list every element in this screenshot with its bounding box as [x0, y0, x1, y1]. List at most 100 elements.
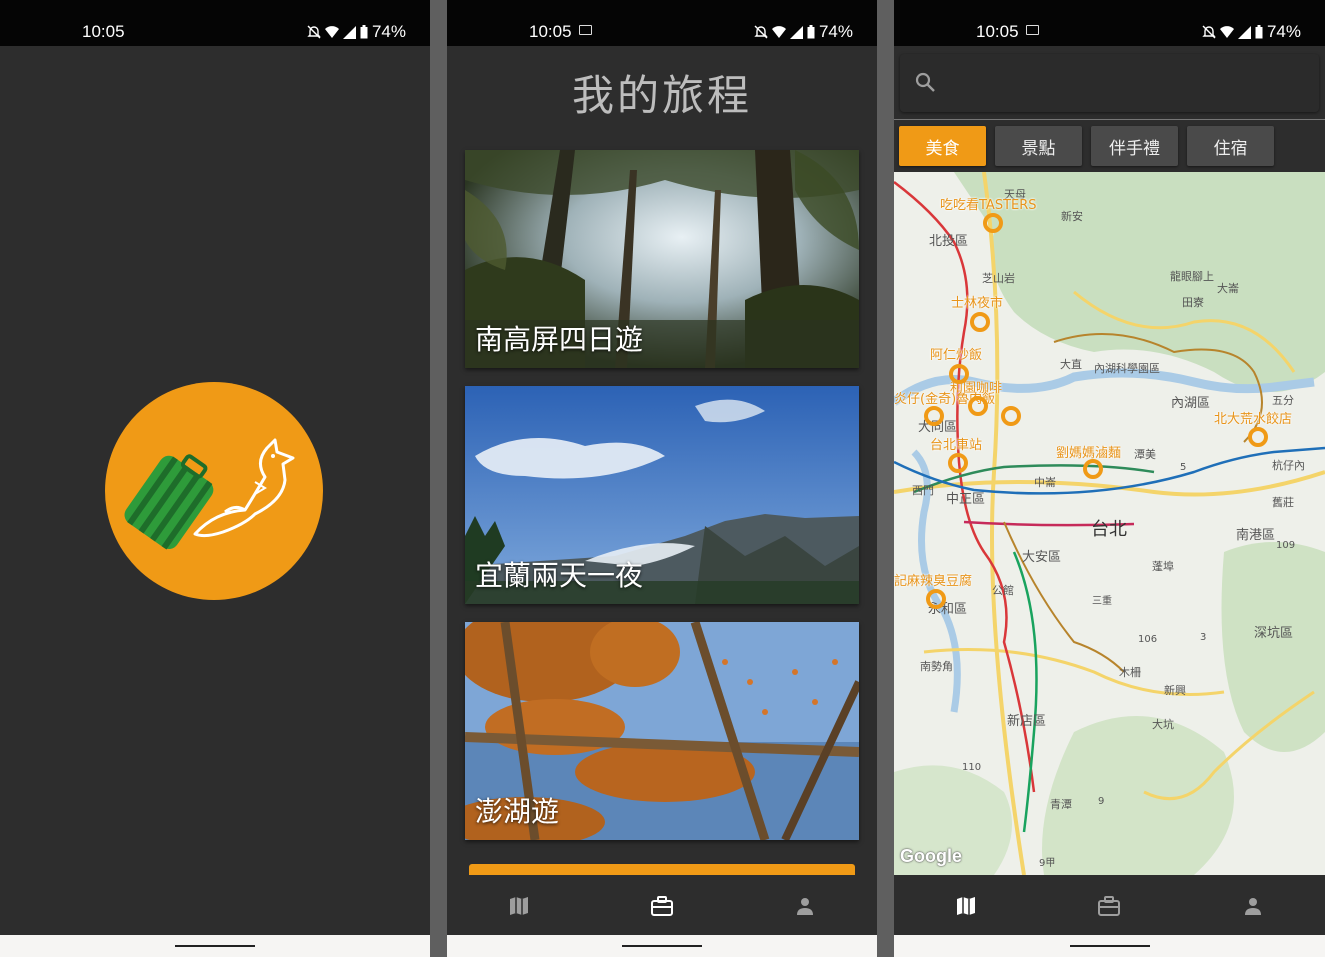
trip-card[interactable]: 澎湖遊: [465, 622, 859, 840]
nav-tab-profile[interactable]: [775, 886, 835, 926]
district-label: 大安區: [1022, 550, 1062, 565]
nav-tab-trips[interactable]: [1079, 886, 1139, 926]
road-number: 3: [1200, 632, 1207, 643]
bottom-nav: [447, 875, 877, 936]
status-bar: 10:05 74%: [0, 0, 430, 46]
map-pin[interactable]: [926, 589, 946, 609]
district-label: 舊莊: [1272, 496, 1294, 509]
map-pin[interactable]: [983, 213, 1003, 233]
signal-icon: [789, 25, 803, 39]
map-view[interactable]: 北投區 芝山岩 天母 新安 龍眼腳上 大崙 田寮 大直 內湖科學園區 內湖區 五…: [894, 172, 1325, 875]
suitcase-bird-logo-icon: [124, 438, 295, 550]
battery-percent: 74%: [1266, 22, 1301, 41]
district-label: 內湖區: [1171, 396, 1211, 411]
status-time: 10:05: [529, 22, 572, 41]
district-label: 新店區: [1007, 714, 1047, 729]
chip-food[interactable]: 美食: [899, 126, 986, 166]
search-icon: [915, 72, 935, 92]
district-label: 內湖科學園區: [1094, 362, 1160, 375]
district-label: 中正區: [946, 492, 986, 507]
map-pin[interactable]: [1248, 427, 1268, 447]
status-icons: 74%: [307, 22, 406, 42]
district-label: 中崙: [1034, 476, 1056, 489]
poi-label: 劉媽媽滷麵: [1056, 446, 1122, 461]
chip-lodging[interactable]: 住宿: [1187, 126, 1274, 166]
mute-icon: [754, 25, 768, 39]
home-indicator[interactable]: [175, 945, 255, 947]
map-pin[interactable]: [949, 364, 969, 384]
district-label: 杭仔內: [1272, 459, 1305, 472]
bottom-nav: [894, 875, 1325, 936]
map-screen: 10:05 74% 美食 景點 伴手禮 住宿 北投區 芝山岩 天母 新安 龍眼腳…: [894, 0, 1325, 957]
poi-label: 吃吃看TASTERS: [940, 198, 1037, 213]
district-label: 大直: [1060, 358, 1082, 371]
wifi-icon: [324, 26, 339, 38]
map-pin[interactable]: [1083, 459, 1103, 479]
nav-tab-map[interactable]: [936, 886, 996, 926]
district-label: 青潭: [1050, 798, 1072, 811]
chip-souvenirs[interactable]: 伴手禮: [1091, 126, 1178, 166]
trip-title: 宜蘭兩天一夜: [475, 559, 644, 592]
nav-tab-map[interactable]: [489, 886, 549, 926]
status-bar: 10:05 74%: [894, 0, 1325, 46]
map-pin[interactable]: [1001, 406, 1021, 426]
person-icon: [1245, 897, 1262, 915]
home-indicator[interactable]: [622, 945, 702, 947]
signal-icon: [1237, 25, 1251, 39]
briefcase-icon: [1098, 895, 1121, 916]
map-pin[interactable]: [948, 453, 968, 473]
map-icon: [509, 896, 528, 915]
page-title: 我的旅程: [571, 71, 752, 120]
district-label: 大坑: [1152, 718, 1174, 731]
district-label: 芝山岩: [982, 272, 1015, 285]
road-number: 5: [1180, 462, 1187, 473]
district-label: 南勢角: [920, 660, 953, 673]
wifi-icon: [771, 26, 786, 38]
trip-title: 澎湖遊: [475, 795, 560, 828]
status-time: 10:05: [976, 22, 1019, 41]
district-label: 五分: [1272, 394, 1294, 407]
district-label: 木柵: [1119, 666, 1141, 679]
nav-tab-trips[interactable]: [632, 886, 692, 926]
chip-attractions[interactable]: 景點: [995, 126, 1082, 166]
nav-tab-profile[interactable]: [1223, 886, 1283, 926]
district-label: 北投區: [929, 234, 969, 249]
trip-card[interactable]: 南高屏四日遊: [465, 150, 859, 368]
district-label: 蓬埠: [1152, 560, 1174, 573]
battery-icon: [360, 25, 368, 39]
poi-label: 阿仁炒飯: [930, 348, 983, 363]
district-label: 公館: [992, 584, 1014, 597]
district-label: 西門: [912, 484, 934, 497]
signal-icon: [342, 25, 356, 39]
google-attribution: Google: [900, 846, 962, 866]
district-label: 深坑區: [1254, 626, 1294, 641]
trip-card[interactable]: 宜蘭兩天一夜: [465, 386, 859, 604]
search-input[interactable]: [948, 68, 1298, 98]
map-icon: [956, 896, 975, 915]
mute-icon: [1202, 25, 1216, 39]
divider: [894, 119, 1325, 120]
status-icons: 74%: [754, 22, 853, 42]
road-number: 9: [1098, 796, 1105, 807]
system-nav-bar: [447, 935, 877, 957]
status-time: 10:05: [82, 22, 125, 41]
road-number: 106: [1138, 634, 1158, 645]
poi-label: 士林夜市: [951, 296, 1004, 311]
map-pin[interactable]: [924, 406, 944, 426]
system-nav-bar: [894, 935, 1325, 957]
map-pin[interactable]: [968, 396, 988, 416]
district-label: 龍眼腳上: [1170, 270, 1214, 283]
person-icon: [797, 897, 814, 915]
trips-screen: 10:05 74% 我的旅程 南高屏四日遊 宜蘭兩天一夜 澎湖遊: [447, 0, 877, 957]
district-label: 大崙: [1217, 282, 1239, 295]
category-chips: 美食 景點 伴手禮 住宿: [899, 126, 1274, 166]
district-label: 田寮: [1182, 296, 1204, 309]
home-indicator[interactable]: [1069, 945, 1150, 947]
app-logo: [105, 382, 323, 600]
district-label: 三重: [1092, 596, 1112, 607]
search-bar[interactable]: [900, 54, 1319, 112]
map-pin[interactable]: [970, 312, 990, 332]
battery-icon: [807, 25, 815, 39]
road-number: 9甲: [1039, 858, 1056, 869]
poi-label: 北大荒水餃店: [1214, 412, 1293, 427]
